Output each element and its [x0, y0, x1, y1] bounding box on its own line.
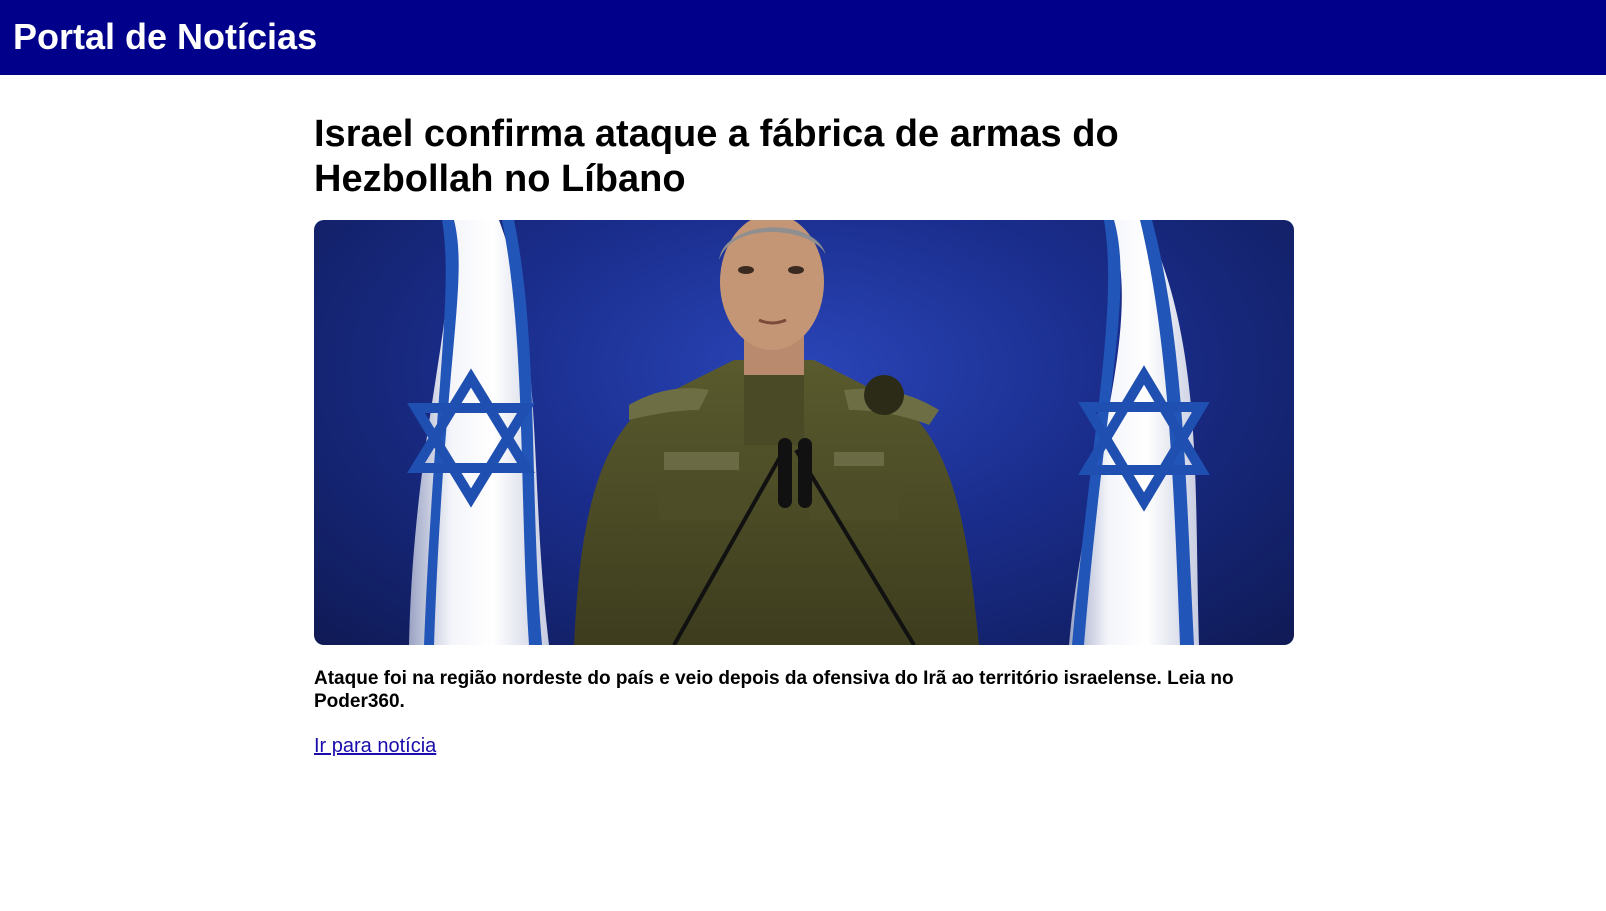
site-header: Portal de Notícias: [0, 0, 1606, 75]
flag-left-icon: [407, 220, 549, 645]
article: Israel confirma ataque a fábrica de arma…: [314, 112, 1294, 758]
article-summary: Ataque foi na região nordeste do país e …: [314, 668, 1234, 712]
read-article-link[interactable]: Ir para notícia: [314, 735, 436, 758]
flag-right-icon: [1069, 220, 1210, 645]
article-headline: Israel confirma ataque a fábrica de arma…: [314, 113, 1119, 200]
article-photo: [314, 220, 1294, 645]
article-photo-illustration: [407, 220, 1210, 645]
site-title: Portal de Notícias: [13, 16, 318, 57]
speaker-figure: [574, 220, 979, 645]
